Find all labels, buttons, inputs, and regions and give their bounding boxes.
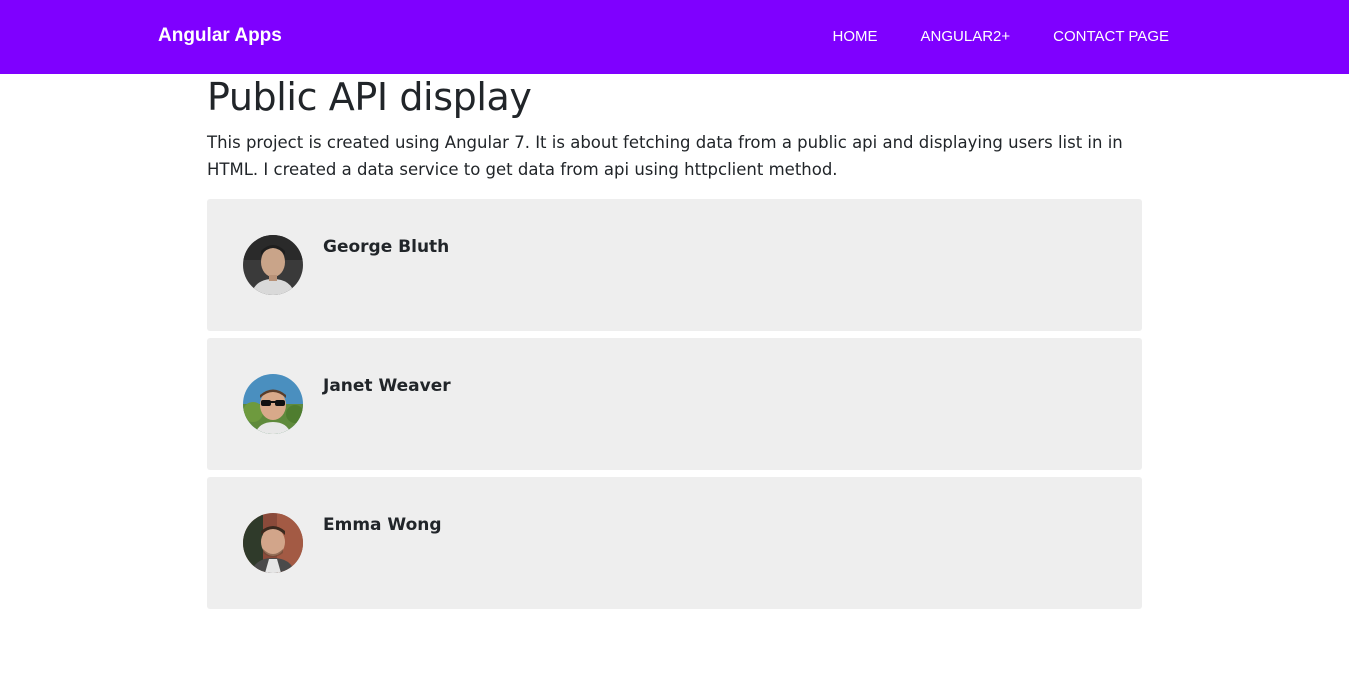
user-name: Emma Wong bbox=[323, 515, 442, 535]
main-content: Public API display This project is creat… bbox=[207, 74, 1142, 616]
nav-link-angular2[interactable]: ANGULAR2+ bbox=[921, 28, 1011, 45]
avatar bbox=[243, 374, 303, 434]
page-description: This project is created using Angular 7.… bbox=[207, 133, 1123, 179]
user-card: Emma Wong bbox=[207, 477, 1142, 609]
user-name: Janet Weaver bbox=[323, 376, 451, 396]
user-card: Janet Weaver bbox=[207, 338, 1142, 470]
brand-link[interactable]: Angular Apps bbox=[158, 25, 282, 47]
nav-link-contact[interactable]: CONTACT PAGE bbox=[1053, 28, 1169, 45]
avatar bbox=[243, 235, 303, 295]
top-navbar: Angular Apps HOME ANGULAR2+ CONTACT PAGE bbox=[0, 0, 1349, 74]
user-card: George Bluth bbox=[207, 199, 1142, 331]
page-title: Public API display bbox=[207, 75, 532, 119]
user-photo-icon bbox=[243, 235, 303, 295]
user-name: George Bluth bbox=[323, 237, 450, 257]
nav-link-home[interactable]: HOME bbox=[833, 28, 878, 45]
user-photo-icon bbox=[243, 374, 303, 434]
user-photo-icon bbox=[243, 513, 303, 573]
nav-links: HOME ANGULAR2+ CONTACT PAGE bbox=[833, 28, 1169, 45]
avatar bbox=[243, 513, 303, 573]
user-list: George Bluth Janet Weaver Emma Wong bbox=[207, 199, 1142, 609]
